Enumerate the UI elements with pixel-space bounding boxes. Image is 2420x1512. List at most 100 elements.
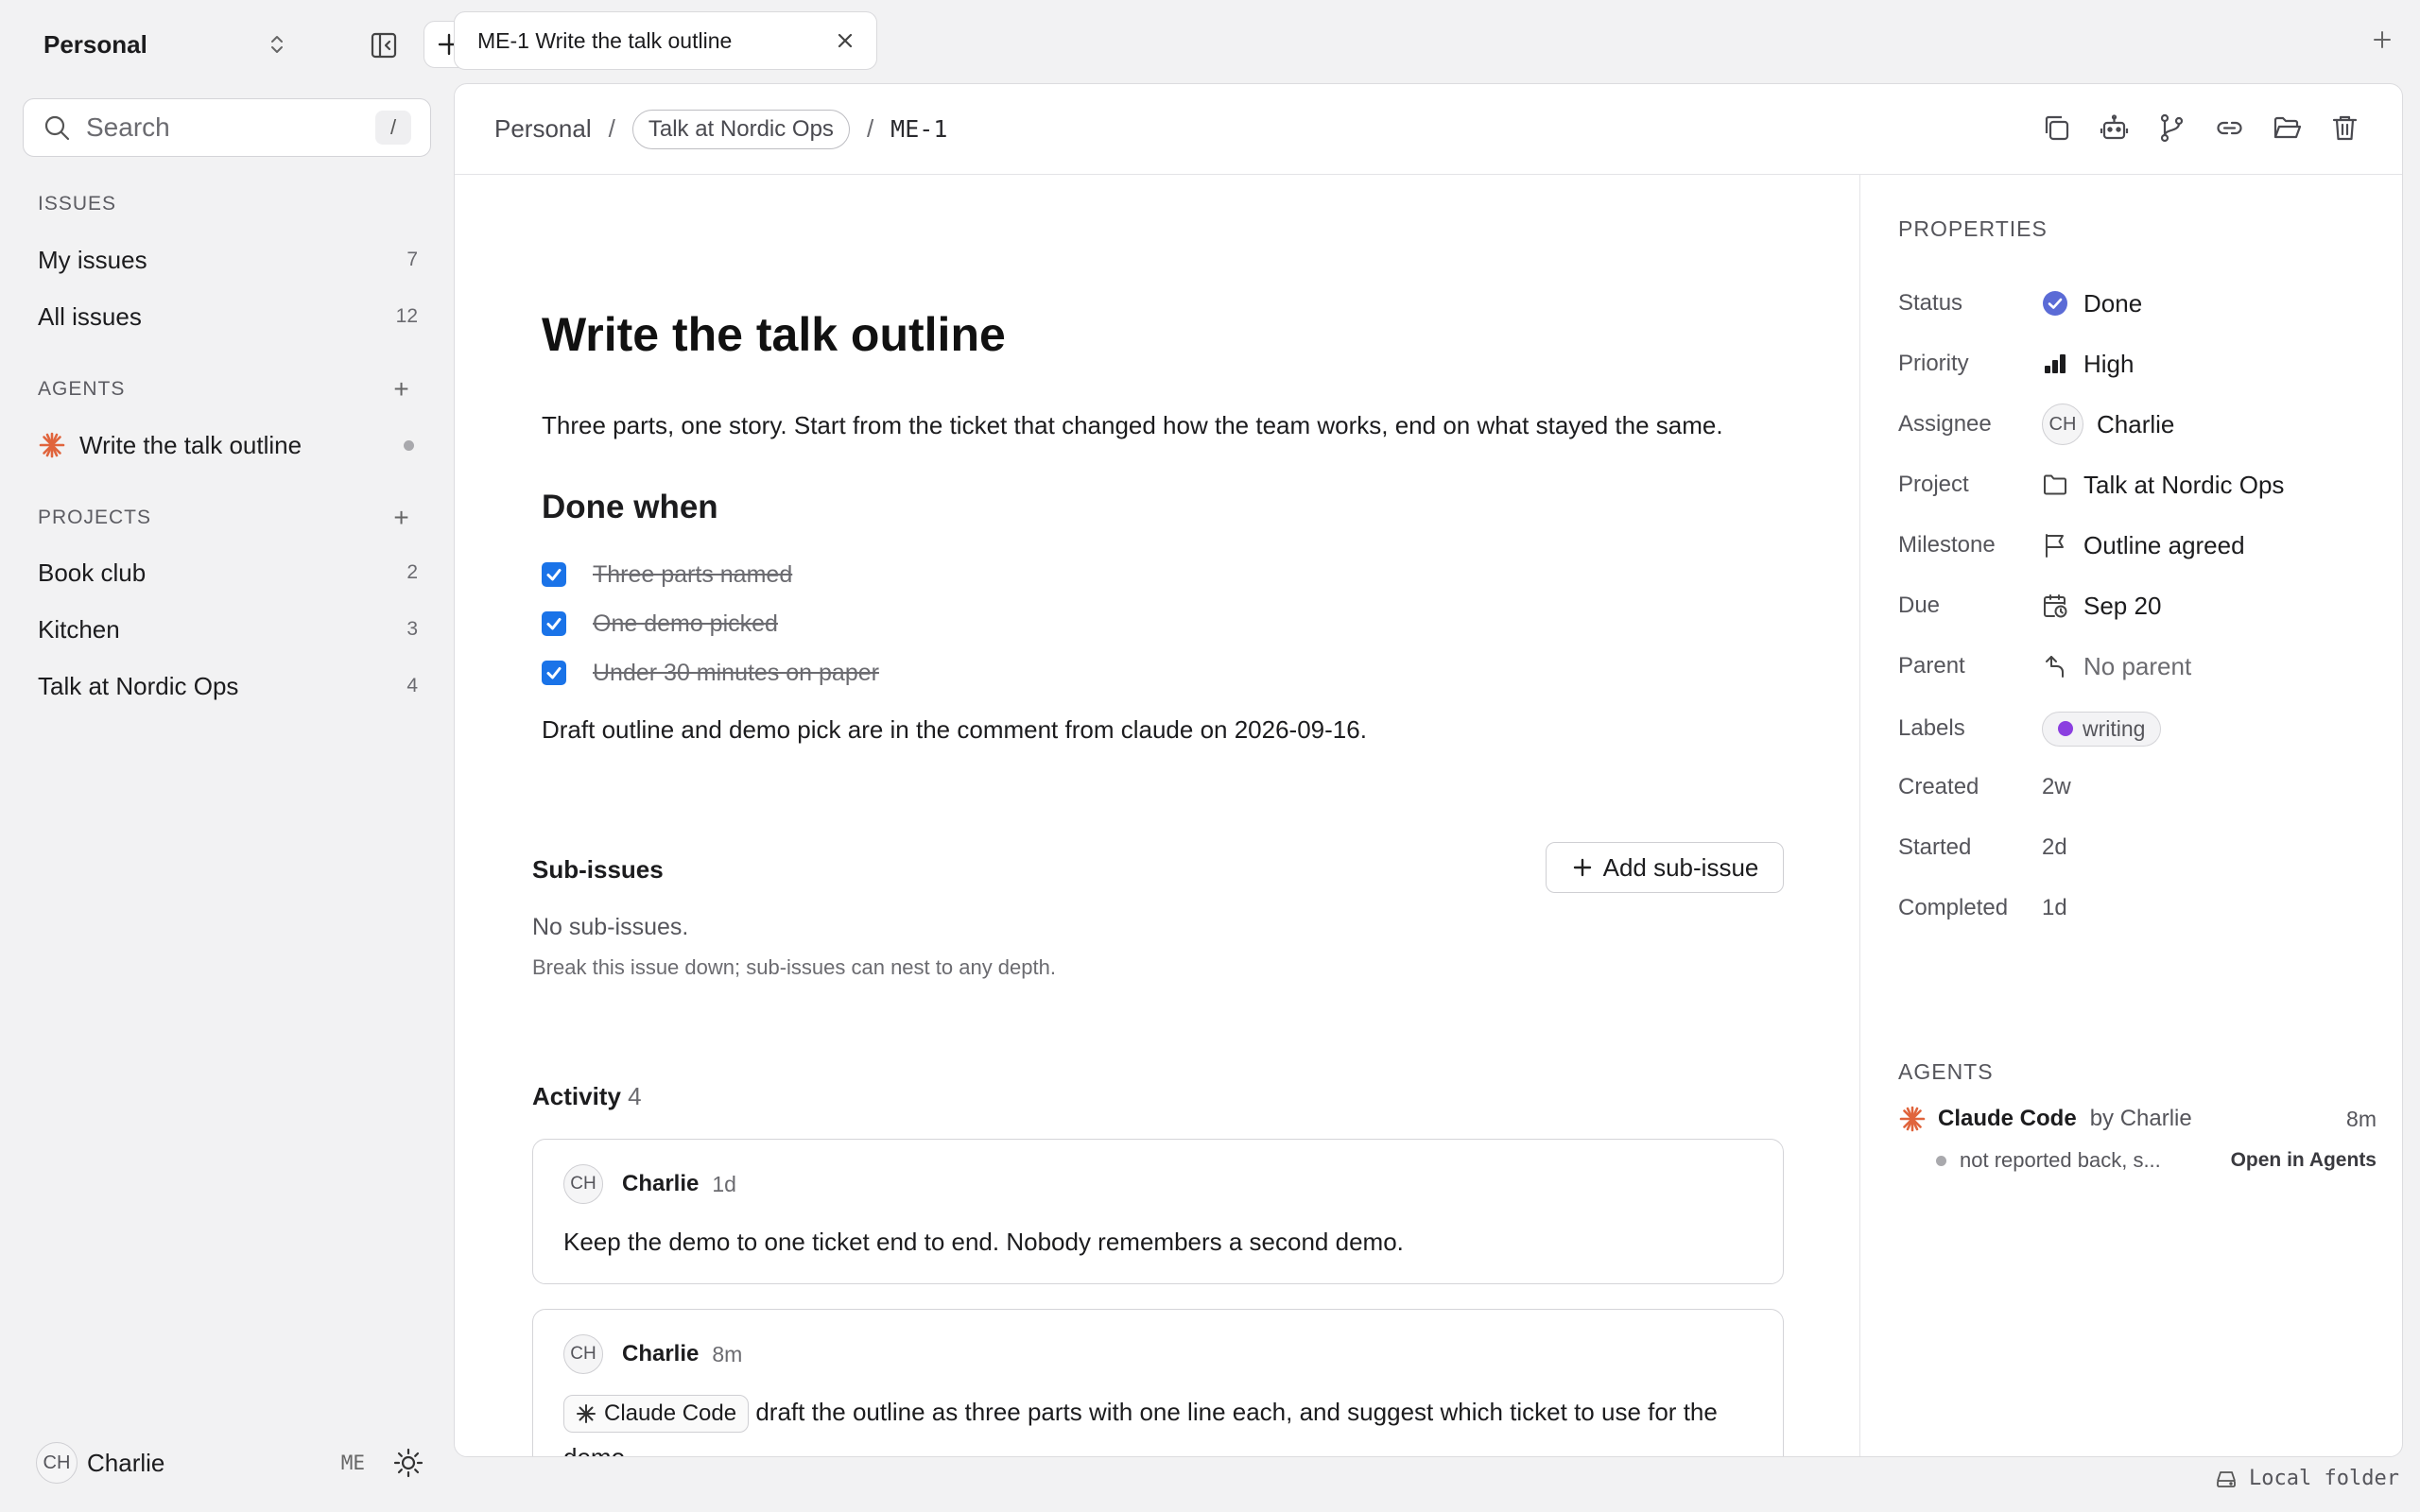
project-value: Talk at Nordic Ops [2083,470,2285,499]
issues-heading-label: ISSUES [38,193,117,215]
avatar: CH [2042,404,2083,445]
property-value[interactable]: High [2042,350,2134,379]
checklist-item[interactable]: One demo picked [542,608,778,640]
property-milestone[interactable]: Milestone Outline agreed [1898,526,2371,564]
property-label: Started [1898,834,1972,860]
local-folder-label: Local folder [2249,1467,2399,1490]
checkbox[interactable] [542,562,566,587]
property-value[interactable]: Outline agreed [2042,531,2245,560]
search-shortcut: / [375,111,411,145]
comment-time: 8m [712,1341,743,1366]
breadcrumb-workspace[interactable]: Personal [494,114,592,144]
checkbox[interactable] [542,611,566,636]
workspace-switcher[interactable]: Personal [43,21,475,68]
folder-icon [2042,472,2068,498]
property-value[interactable]: writing [2042,711,2162,747]
properties-heading: PROPERTIES [1898,216,2048,241]
sidebar-item-label: Write the talk outline [79,430,302,459]
sidebar-item-label: All issues [38,301,142,331]
activity-heading-label: Activity [532,1082,621,1110]
trash-icon[interactable] [2329,112,2360,144]
tab-title[interactable]: ME-1 Write the talk outline [477,28,835,54]
property-parent[interactable]: Parent No parent [1898,647,2371,685]
projects-heading-label: PROJECTS [38,507,152,528]
add-sub-issue-button[interactable]: Add sub-issue [1546,842,1784,893]
add-agent-button[interactable]: + [388,374,416,404]
issue-panel: Personal / Talk at Nordic Ops / ME-1 Wri… [454,83,2403,1457]
avatar[interactable]: CH [36,1442,78,1484]
comment-meta: CH Charlie 8m [563,1334,742,1374]
property-label: Created [1898,774,1979,799]
add-project-button[interactable]: + [388,503,416,533]
agent-mention[interactable]: Claude Code [563,1395,750,1434]
properties-panel: PROPERTIES Status Done Priority High Ass… [1859,175,2402,1456]
checklist-item[interactable]: Three parts named [542,558,792,591]
sidebar-item-count: 4 [406,675,418,696]
issue-description[interactable]: Three parts, one story. Start from the t… [542,411,1723,440]
property-priority[interactable]: Priority High [1898,345,2371,383]
tab-issue[interactable]: ME-1 Write the talk outline [454,11,877,70]
sidebar-item-all-issues[interactable]: All issues 12 [38,296,418,337]
sidebar-item-talk-at-nordic-ops[interactable]: Talk at Nordic Ops 4 [38,665,418,707]
issues-section-heading: ISSUES [38,193,416,215]
projects-section-heading: PROJECTS + [38,503,416,533]
workspace-name[interactable]: Personal [43,30,147,60]
sidebar-item-my-issues[interactable]: My issues 7 [38,239,418,281]
sun-icon[interactable] [393,1448,424,1478]
user-name[interactable]: Charlie [87,1449,341,1478]
subissues-empty: No sub-issues. [532,914,689,940]
sidebar-item-book-club[interactable]: Book club 2 [38,552,418,593]
property-started: Started 2d [1898,829,2371,867]
sidebar-item-count: 7 [406,249,418,270]
property-project[interactable]: Project Talk at Nordic Ops [1898,466,2371,504]
search-placeholder[interactable]: Search [86,112,375,143]
issue-title[interactable]: Write the talk outline [542,307,1006,362]
comment-author[interactable]: Charlie [622,1171,699,1197]
search-input[interactable]: Search / [23,98,431,157]
agents-heading-label: AGENTS [38,378,126,400]
asterisk-icon [576,1403,596,1424]
property-value[interactable]: Done [2042,289,2142,318]
created-value: 2w [2042,774,2071,799]
property-value[interactable]: Talk at Nordic Ops [2042,471,2284,500]
property-value[interactable]: CH Charlie [2042,404,2174,445]
sidebar-item-kitchen[interactable]: Kitchen 3 [38,609,418,650]
user-menu[interactable]: CH Charlie ME [36,1440,424,1486]
branch-icon[interactable] [2156,112,2187,144]
folder-open-icon[interactable] [2272,112,2303,144]
local-folder-indicator[interactable]: Local folder [2215,1467,2399,1490]
property-status[interactable]: Status Done [1898,284,2371,322]
search-icon [43,113,71,142]
comment-author[interactable]: Charlie [622,1341,699,1367]
open-in-agents-link[interactable]: Open in Agents [2231,1149,2377,1172]
checklist-label: Three parts named [593,560,793,588]
new-tab-icon[interactable] [2369,26,2395,53]
agent-age: 8m [2346,1106,2377,1131]
subissues-heading: Sub-issues [532,855,664,884]
property-value[interactable]: No parent [2042,652,2191,681]
property-label: Assignee [1898,411,1992,437]
property-labels[interactable]: Labels writing [1898,710,2371,747]
link-icon[interactable] [2214,112,2245,144]
robot-icon[interactable] [2099,112,2130,144]
property-assignee[interactable]: Assignee CH Charlie [1898,404,2371,445]
started-value: 2d [2042,834,2067,860]
sidebar-item-agent[interactable]: Write the talk outline [38,424,418,466]
completed-value: 1d [2042,895,2067,920]
label-pill[interactable]: writing [2042,711,2162,747]
breadcrumb-project[interactable]: Talk at Nordic Ops [631,109,850,149]
breadcrumb-issue-id[interactable]: ME-1 [890,115,947,143]
copy-icon[interactable] [2041,112,2072,144]
issue-note[interactable]: Draft outline and demo pick are in the c… [542,715,1367,745]
status-done-icon [2042,290,2068,317]
property-due[interactable]: Due Sep 20 [1898,587,2371,625]
checkbox[interactable] [542,661,566,685]
close-icon[interactable] [835,30,856,51]
property-value[interactable]: Sep 20 [2042,592,2161,621]
collapse-sidebar-icon[interactable] [369,30,399,60]
agent-session[interactable]: Claude Code by Charlie 8m [1898,1105,2377,1133]
chevron-updown-icon[interactable] [263,30,291,59]
sidebar-item-label: Kitchen [38,614,120,644]
checklist-item[interactable]: Under 30 minutes on paper [542,657,879,689]
property-label: Parent [1898,653,1965,679]
